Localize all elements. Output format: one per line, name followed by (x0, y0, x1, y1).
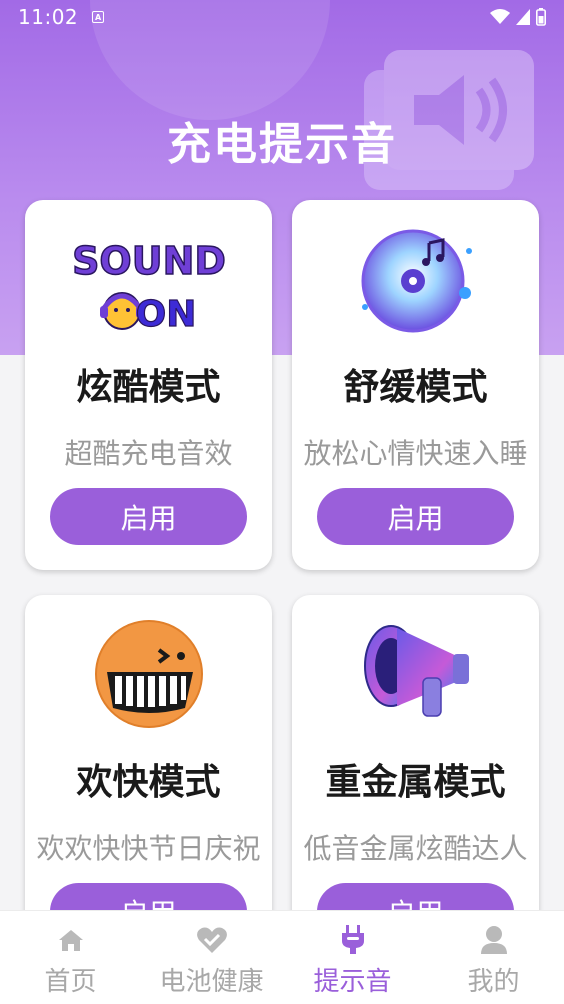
bottom-nav: 首页 电池健康 提示音 我的 (0, 910, 564, 1004)
mode-card-soothing: 舒缓模式 放松心情快速入睡 启用 (292, 200, 539, 570)
card-subtitle: 欢欢快快节日庆祝 (36, 832, 261, 865)
battery-icon (536, 8, 546, 26)
nav-item-battery-health[interactable]: 电池健康 (141, 911, 282, 1004)
nav-item-home[interactable]: 首页 (0, 911, 141, 1004)
card-title: 炫酷模式 (76, 367, 221, 408)
wifi-icon (490, 9, 510, 24)
page-title: 充电提示音 (167, 119, 397, 170)
enable-button[interactable]: 启用 (50, 488, 247, 545)
card-title: 欢快模式 (76, 762, 221, 803)
status-time: 11:02 (18, 5, 79, 29)
signal-icon (516, 9, 530, 25)
nav-label: 电池健康 (159, 967, 264, 997)
nav-label: 首页 (44, 967, 97, 997)
nav-item-mine[interactable]: 我的 (423, 911, 564, 1004)
card-title: 重金属模式 (325, 762, 506, 803)
card-title: 舒缓模式 (343, 367, 488, 408)
status-bar: 11:02 A (0, 0, 564, 34)
home-icon (54, 923, 88, 957)
nav-item-tones[interactable]: 提示音 (282, 911, 423, 1004)
mode-card-cool: SOUND ON 炫酷模式 超酷充电音效 启用 (25, 200, 272, 570)
card-subtitle: 超酷充电音效 (64, 437, 233, 470)
music-disc-icon (292, 218, 539, 343)
nav-label: 提示音 (313, 967, 392, 997)
svg-text:ON: ON (135, 294, 196, 335)
sound-on-icon: SOUND ON (25, 218, 272, 343)
plug-icon (336, 923, 370, 957)
happy-face-icon (25, 613, 272, 738)
heart-check-icon (195, 923, 229, 957)
nav-label: 我的 (467, 967, 520, 997)
card-subtitle: 低音金属炫酷达人 (303, 832, 528, 865)
svg-text:SOUND: SOUND (72, 239, 226, 283)
enable-button[interactable]: 启用 (317, 488, 514, 545)
megaphone-icon (292, 613, 539, 738)
a-icon: A (92, 11, 105, 23)
card-subtitle: 放松心情快速入睡 (303, 437, 528, 470)
user-icon (477, 923, 511, 957)
